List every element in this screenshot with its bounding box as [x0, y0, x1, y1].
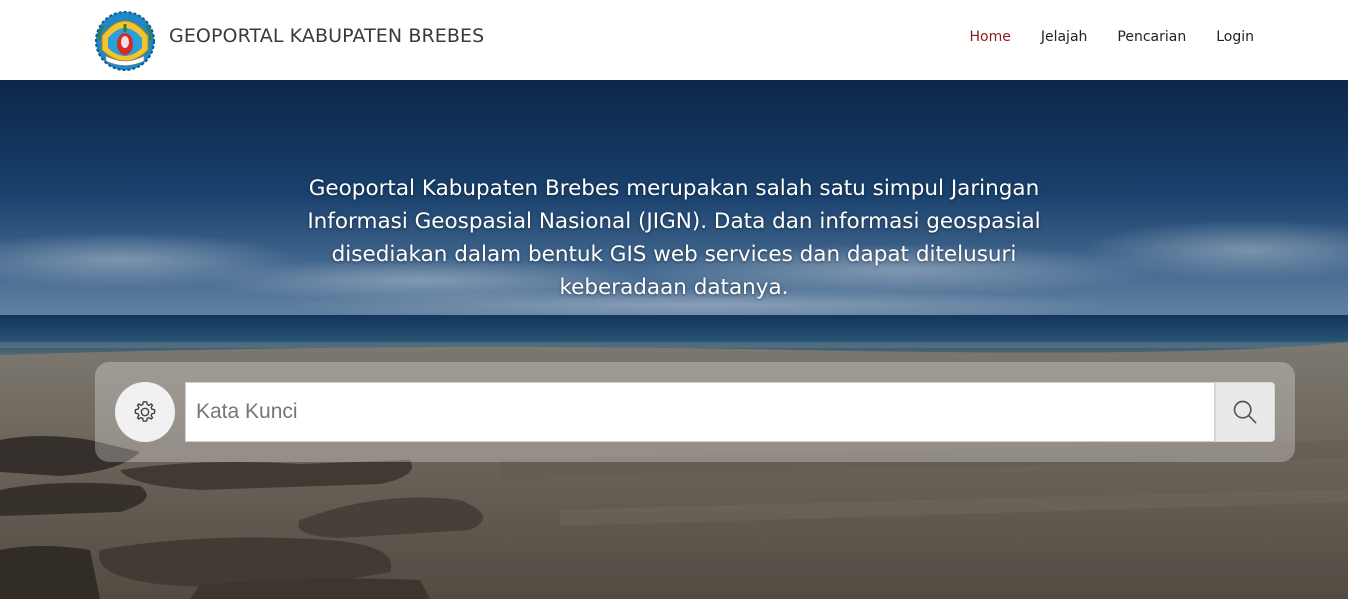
brebes-emblem-logo[interactable] — [94, 10, 156, 72]
nav-item-home[interactable]: Home — [970, 29, 1011, 45]
hero-description: Geoportal Kabupaten Brebes merupakan sal… — [307, 176, 1041, 300]
site-header: GEOPORTAL KABUPATEN BREBES Home Jelajah … — [0, 0, 1348, 80]
search-panel — [95, 362, 1295, 462]
keyword-search-input[interactable] — [185, 382, 1215, 442]
hero-background-image — [0, 80, 1348, 599]
gear-icon — [134, 400, 156, 422]
nav-item-pencarian[interactable]: Pencarian — [1117, 29, 1186, 45]
hero-section: Geoportal Kabupaten Brebes merupakan sal… — [0, 80, 1348, 599]
nav-item-login[interactable]: Login — [1216, 29, 1254, 45]
site-title[interactable]: GEOPORTAL KABUPATEN BREBES — [169, 25, 484, 47]
search-settings-button[interactable] — [115, 382, 175, 442]
nav-item-jelajah[interactable]: Jelajah — [1041, 29, 1088, 45]
search-icon — [1233, 400, 1257, 424]
search-submit-button[interactable] — [1215, 382, 1275, 442]
main-nav: Home Jelajah Pencarian Login — [970, 29, 1255, 45]
